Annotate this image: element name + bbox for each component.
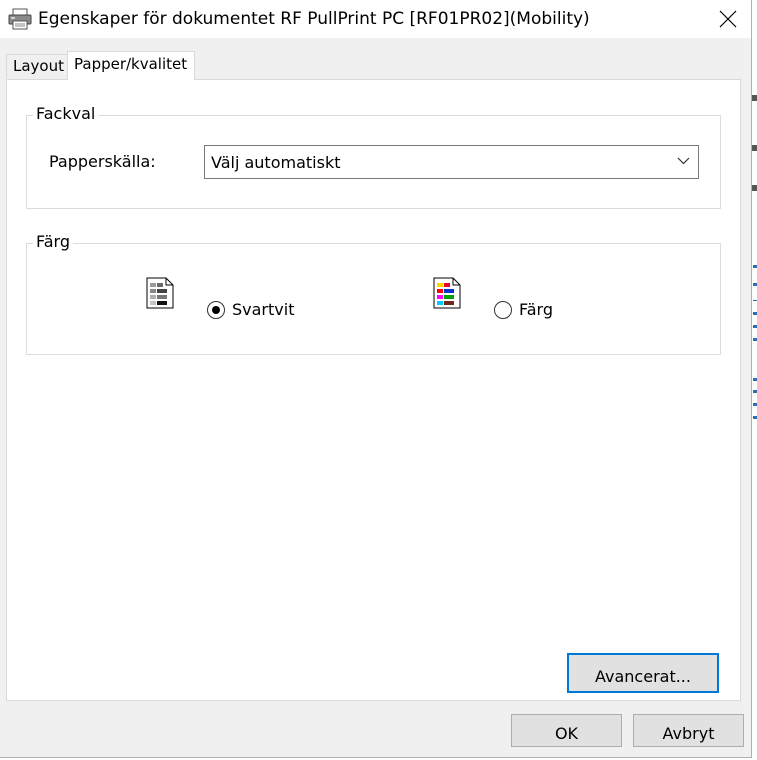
color-group-legend: Färg bbox=[33, 232, 73, 252]
paper-source-label: Papperskälla: bbox=[49, 152, 156, 171]
paper-source-value: Välj automatiskt bbox=[211, 153, 341, 172]
close-icon bbox=[719, 10, 737, 28]
paper-source-dropdown[interactable]: Välj automatiskt bbox=[204, 145, 699, 179]
ok-button[interactable]: OK bbox=[511, 714, 622, 747]
color-document-icon bbox=[433, 277, 461, 309]
background-window-edge bbox=[752, 0, 757, 760]
radio-color[interactable]: Färg bbox=[494, 300, 584, 321]
window-title: Egenskaper för dokumentet RF PullPrint P… bbox=[38, 9, 590, 29]
close-button[interactable] bbox=[705, 0, 751, 38]
tab-panel-paper-quality: Fackval Papperskälla: Välj automatiskt F… bbox=[6, 79, 741, 701]
title-bar: Egenskaper för dokumentet RF PullPrint P… bbox=[0, 0, 751, 38]
radio-button-unselected[interactable] bbox=[494, 301, 512, 319]
printer-icon bbox=[8, 8, 32, 30]
tab-strip: Layout Papper/kvalitet bbox=[0, 38, 751, 80]
radio-button-selected[interactable] bbox=[207, 301, 225, 319]
color-group: Färg Svartvit Färg bbox=[26, 232, 721, 355]
cancel-button[interactable]: Avbryt bbox=[633, 714, 744, 747]
tray-group-legend: Fackval bbox=[33, 104, 99, 124]
tab-paper-quality[interactable]: Papper/kvalitet bbox=[67, 51, 196, 80]
advanced-button[interactable]: Avancerat... bbox=[567, 653, 719, 693]
tray-selection-group: Fackval Papperskälla: Välj automatiskt bbox=[26, 104, 721, 209]
black-white-document-icon bbox=[146, 277, 174, 309]
color-label: Färg bbox=[519, 300, 553, 319]
black-white-label: Svartvit bbox=[232, 300, 295, 319]
document-properties-dialog: Egenskaper för dokumentet RF PullPrint P… bbox=[0, 0, 752, 758]
tab-layout[interactable]: Layout bbox=[6, 54, 71, 78]
chevron-down-icon bbox=[677, 157, 690, 165]
radio-black-white[interactable]: Svartvit bbox=[207, 300, 317, 321]
